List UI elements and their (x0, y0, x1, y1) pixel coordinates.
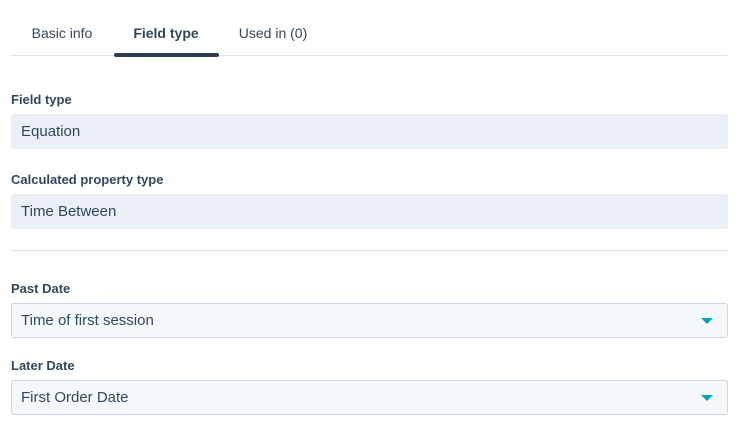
past-date-label: Past Date (11, 281, 71, 296)
later-date-selected-value: First Order Date (21, 389, 129, 406)
field-type-label: Field type (11, 92, 72, 107)
caret-down-icon (701, 318, 713, 324)
calculated-property-type-value: Time Between (11, 194, 728, 229)
past-date-selected-value: Time of first session (21, 312, 154, 329)
field-type-value: Equation (11, 114, 728, 149)
property-edit-panel: Basic info Field type Used in (0) Field … (0, 0, 747, 431)
tab-basic-info[interactable]: Basic info (11, 0, 113, 56)
tab-used-in[interactable]: Used in (0) (219, 0, 327, 56)
section-divider (11, 250, 728, 251)
later-date-dropdown[interactable]: First Order Date (11, 380, 728, 415)
calculated-property-type-label: Calculated property type (11, 172, 164, 187)
tab-field-type[interactable]: Field type (113, 0, 219, 56)
tab-bar: Basic info Field type Used in (0) (11, 0, 728, 57)
caret-down-icon (701, 395, 713, 401)
active-tab-indicator (114, 53, 219, 57)
past-date-dropdown[interactable]: Time of first session (11, 303, 728, 338)
later-date-label: Later Date (11, 358, 75, 373)
